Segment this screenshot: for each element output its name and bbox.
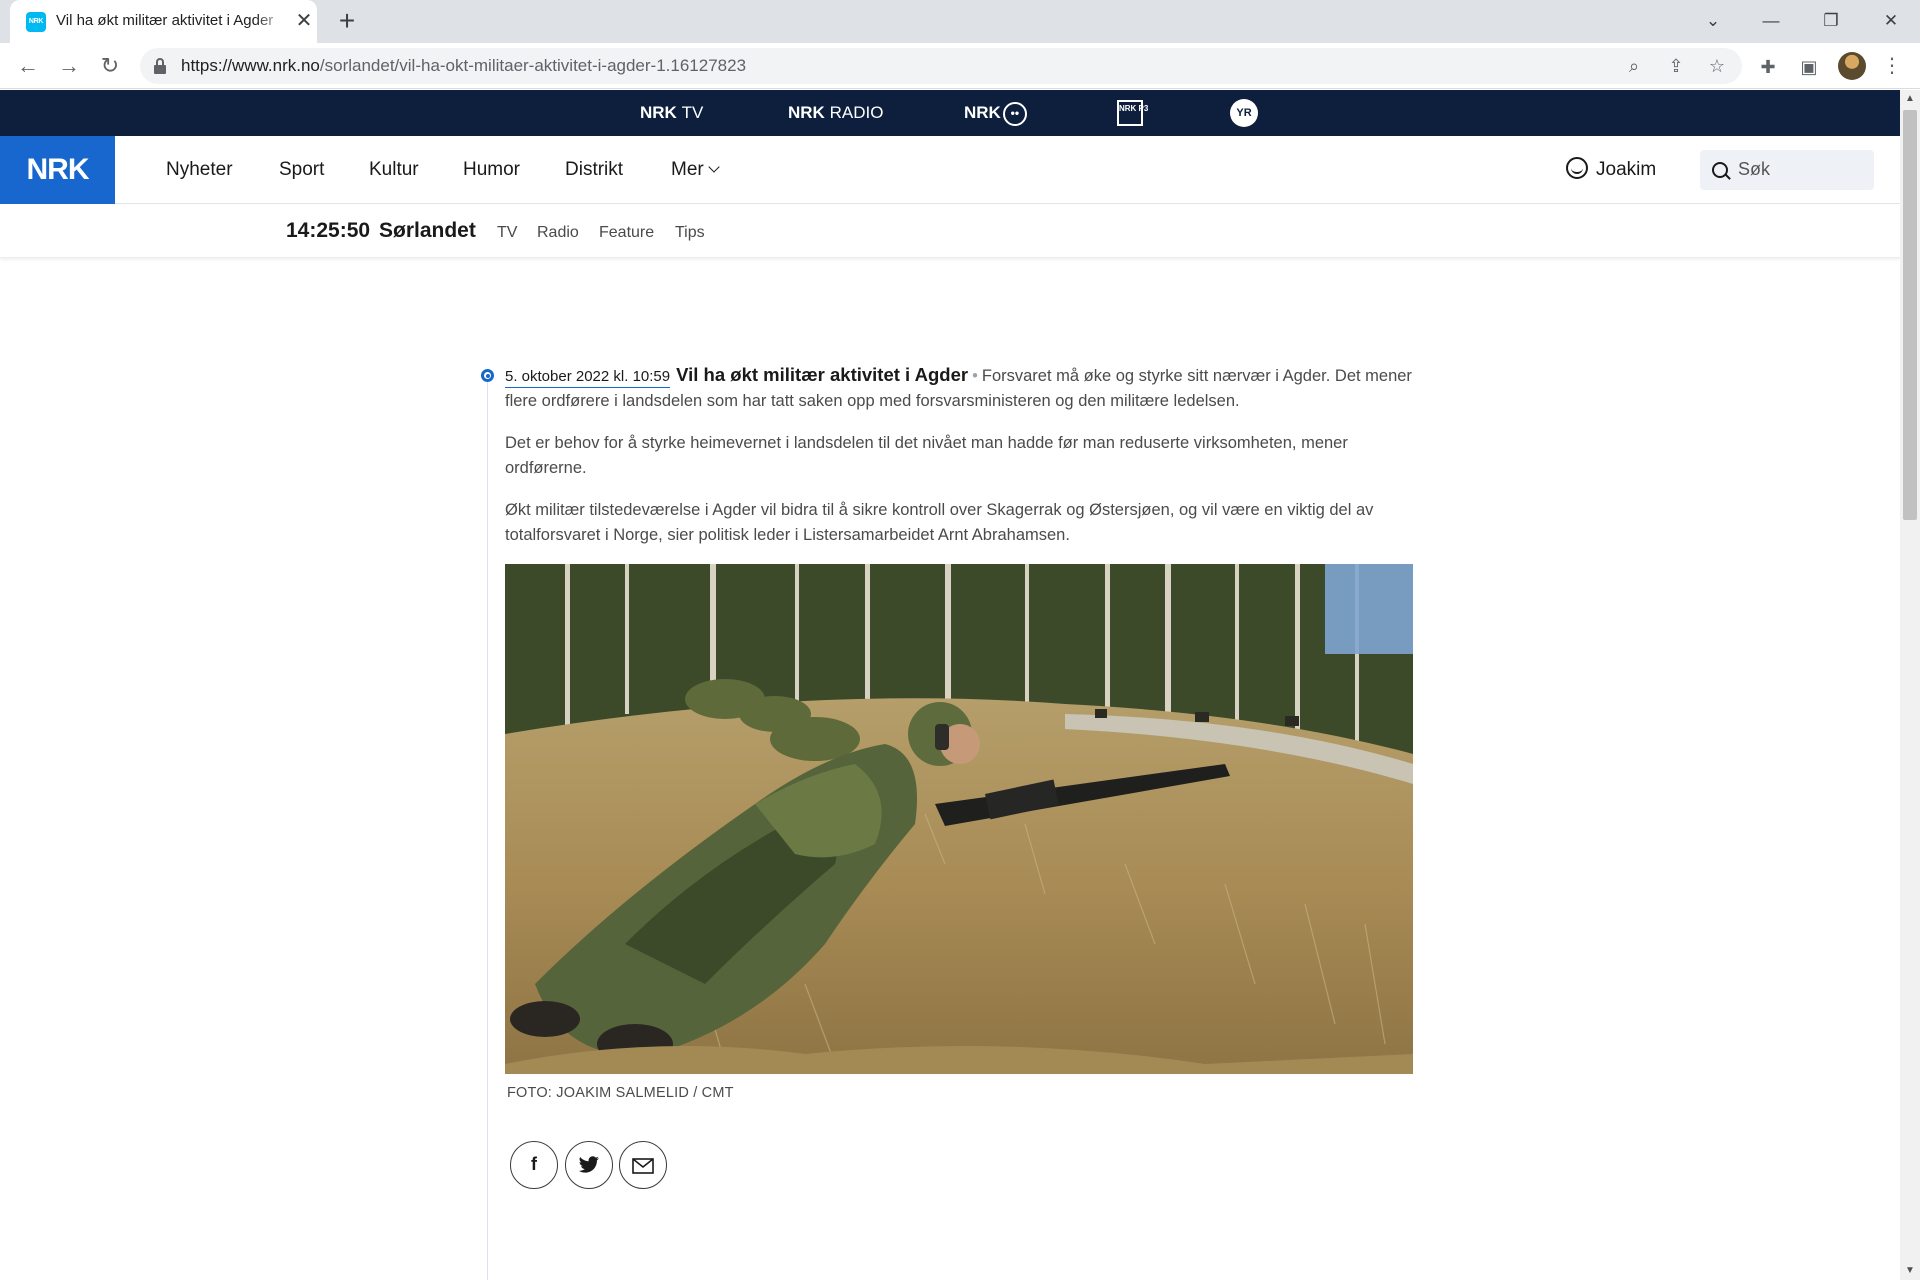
- article-lead-paragraph: 5. oktober 2022 kl. 10:59 Vil ha økt mili…: [505, 362, 1413, 414]
- sub-nav-tv[interactable]: TV: [497, 224, 517, 242]
- chevron-down-icon: [708, 161, 720, 173]
- scroll-up-arrow-icon[interactable]: ▲: [1900, 90, 1920, 108]
- nrk-radio-brand: NRK: [788, 103, 825, 122]
- zoom-icon[interactable]: ⌕: [1622, 54, 1646, 78]
- article-paragraph: Det er behov for å styrke heimevernet i …: [505, 434, 1348, 477]
- envelope-icon: [632, 1158, 654, 1174]
- search-icon: [1712, 162, 1728, 178]
- timeline-line: [487, 378, 488, 1280]
- browser-toolbar: ← → ↻ https://www.nrk.no/sorlandet/vil-h…: [0, 43, 1920, 89]
- live-clock: 14:25:50: [286, 219, 371, 242]
- district-subheader: 14:25:50 Sørlandet TV Radio Feature Tips: [0, 205, 1900, 258]
- nav-mer-label: Mer: [671, 159, 704, 180]
- nrk-super-face-icon: ••: [1002, 101, 1027, 126]
- sub-nav-tips[interactable]: Tips: [675, 224, 705, 242]
- service-nrk-super-link[interactable]: NRK ••: [964, 98, 1027, 128]
- nav-humor[interactable]: Humor: [463, 136, 520, 204]
- forward-arrow-icon[interactable]: →: [54, 51, 84, 81]
- tab-close-icon[interactable]: ✕: [292, 9, 316, 33]
- tab-search-chevron-icon[interactable]: ⌄: [1688, 4, 1738, 38]
- user-profile-link[interactable]: Joakim: [1566, 136, 1656, 204]
- article-headline: Vil ha økt militær aktivitet i Agder: [676, 364, 969, 385]
- nrk-radio-label: RADIO: [829, 103, 884, 122]
- timeline-dot-icon: [481, 369, 494, 382]
- sub-nav-radio[interactable]: Radio: [537, 224, 579, 242]
- search-placeholder: Søk: [1738, 159, 1771, 179]
- share-facebook-button[interactable]: f: [510, 1141, 558, 1189]
- separator-dot: •: [972, 367, 978, 385]
- nrk-tv-label: TV: [681, 103, 704, 122]
- service-nrk-p3-link[interactable]: NRK P3: [1117, 100, 1148, 126]
- nrk-logo[interactable]: NRK: [0, 136, 115, 204]
- bookmark-star-icon[interactable]: ☆: [1705, 54, 1729, 78]
- url-host: https://www.nrk.no: [181, 56, 320, 75]
- side-panel-icon[interactable]: ▣: [1797, 55, 1821, 79]
- nav-nyheter[interactable]: Nyheter: [166, 136, 233, 204]
- browser-tab-strip: NRK Vil ha økt militær aktivitet i Agder…: [0, 0, 1920, 43]
- sub-nav-feature[interactable]: Feature: [599, 224, 654, 242]
- page-viewport: NRK TV NRK RADIO NRK •• NRK P3 YR NRK Nyh…: [0, 90, 1900, 1280]
- page-scrollbar[interactable]: ▲ ▼: [1900, 90, 1920, 1280]
- new-tab-plus-icon[interactable]: +: [332, 6, 362, 36]
- extensions-puzzle-icon[interactable]: ✚: [1756, 55, 1780, 79]
- back-arrow-icon[interactable]: ←: [13, 51, 43, 81]
- nrk-favicon-icon: NRK: [26, 12, 46, 32]
- search-input[interactable]: Søk: [1700, 150, 1874, 190]
- twitter-icon: [578, 1156, 599, 1173]
- restore-icon[interactable]: ❐: [1806, 4, 1856, 38]
- scroll-down-arrow-icon[interactable]: ▼: [1900, 1262, 1920, 1280]
- service-nrk-radio-link[interactable]: NRK RADIO: [788, 98, 883, 128]
- photo-caption: FOTO: JOAKIM SALMELID / CMT: [507, 1085, 734, 1101]
- nrk-main-header: NRK Nyheter Sport Kultur Humor Distrikt …: [0, 136, 1900, 204]
- nrk-service-bar: NRK TV NRK RADIO NRK •• NRK P3 YR: [0, 90, 1900, 136]
- nrk-tv-brand: NRK: [640, 103, 677, 122]
- url-path: /sorlandet/vil-ha-okt-militaer-aktivitet…: [319, 56, 747, 75]
- nrk-super-brand: NRK: [964, 103, 1001, 122]
- user-name: Joakim: [1596, 159, 1657, 180]
- region-title[interactable]: Sørlandet: [379, 219, 476, 243]
- share-email-button[interactable]: [619, 1141, 667, 1189]
- reload-icon[interactable]: ↻: [95, 51, 125, 81]
- nav-sport[interactable]: Sport: [279, 136, 324, 204]
- share-twitter-button[interactable]: [565, 1141, 613, 1189]
- window-close-icon[interactable]: ✕: [1866, 4, 1916, 38]
- browser-tab-active[interactable]: NRK Vil ha økt militær aktivitet i Agder…: [10, 0, 317, 43]
- nav-mer-dropdown[interactable]: Mer: [671, 136, 720, 204]
- article-photo-soldiers[interactable]: [505, 564, 1413, 1074]
- article-body: 5. oktober 2022 kl. 10:59 Vil ha økt mili…: [505, 362, 1413, 565]
- photo-illustration: [505, 564, 1413, 1074]
- minimize-icon[interactable]: —: [1746, 4, 1796, 38]
- facebook-icon: f: [531, 1154, 537, 1174]
- nav-kultur[interactable]: Kultur: [369, 136, 419, 204]
- share-page-icon[interactable]: ⇪: [1664, 54, 1688, 78]
- url-text[interactable]: https://www.nrk.no/sorlandet/vil-ha-okt-…: [181, 56, 746, 76]
- scroll-thumb[interactable]: [1903, 110, 1917, 520]
- article-date-link[interactable]: 5. oktober 2022 kl. 10:59: [505, 368, 671, 388]
- article-paragraph: Økt militær tilstedeværelse i Agder vil …: [505, 501, 1374, 544]
- service-nrk-tv-link[interactable]: NRK TV: [640, 98, 703, 128]
- nav-distrikt[interactable]: Distrikt: [565, 136, 623, 204]
- user-smiley-icon: [1566, 156, 1588, 179]
- address-bar[interactable]: https://www.nrk.no/sorlandet/vil-ha-okt-…: [140, 48, 1742, 84]
- lock-icon[interactable]: [154, 58, 166, 74]
- browser-menu-icon[interactable]: ⋮: [1882, 53, 1902, 79]
- tab-title: Vil ha økt militær aktivitet i Agder: [56, 12, 286, 29]
- profile-avatar[interactable]: [1838, 52, 1866, 80]
- service-yr-link[interactable]: YR: [1230, 99, 1258, 127]
